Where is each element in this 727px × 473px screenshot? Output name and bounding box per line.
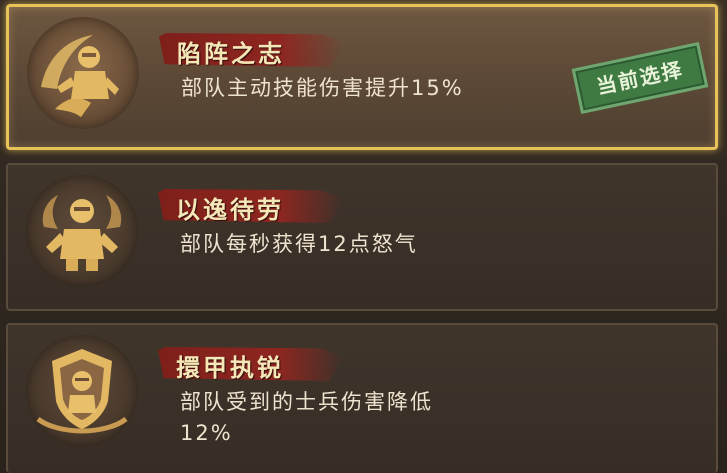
skill-description-line-1: 部队受到的士兵伤害降低 bbox=[180, 390, 433, 414]
skill-description-line-2: 12% bbox=[180, 421, 233, 445]
charging-soldier-icon bbox=[27, 17, 139, 129]
skill-title: 擐甲执锐 bbox=[176, 353, 284, 382]
skill-title: 陷阵之志 bbox=[177, 39, 285, 68]
skill-selection-panel: 陷阵之志 部队主动技能伤害提升15% 当前选择 以逸待劳 部队每秒获得12点怒气 bbox=[0, 0, 727, 473]
skill-description: 部队每秒获得12点怒气 bbox=[180, 232, 418, 256]
skill-option-1[interactable]: 陷阵之志 部队主动技能伤害提升15% 当前选择 bbox=[6, 4, 718, 150]
skill-option-2[interactable]: 以逸待劳 部队每秒获得12点怒气 bbox=[6, 163, 718, 311]
current-selection-badge: 当前选择 bbox=[571, 41, 709, 115]
armored-shield-icon bbox=[26, 335, 138, 447]
skill-title: 以逸待劳 bbox=[176, 195, 284, 224]
skill-option-3[interactable]: 擐甲执锐 部队受到的士兵伤害降低 12% bbox=[6, 323, 718, 473]
skill-description: 部队主动技能伤害提升15% bbox=[181, 76, 464, 100]
resting-soldier-icon bbox=[26, 175, 138, 287]
